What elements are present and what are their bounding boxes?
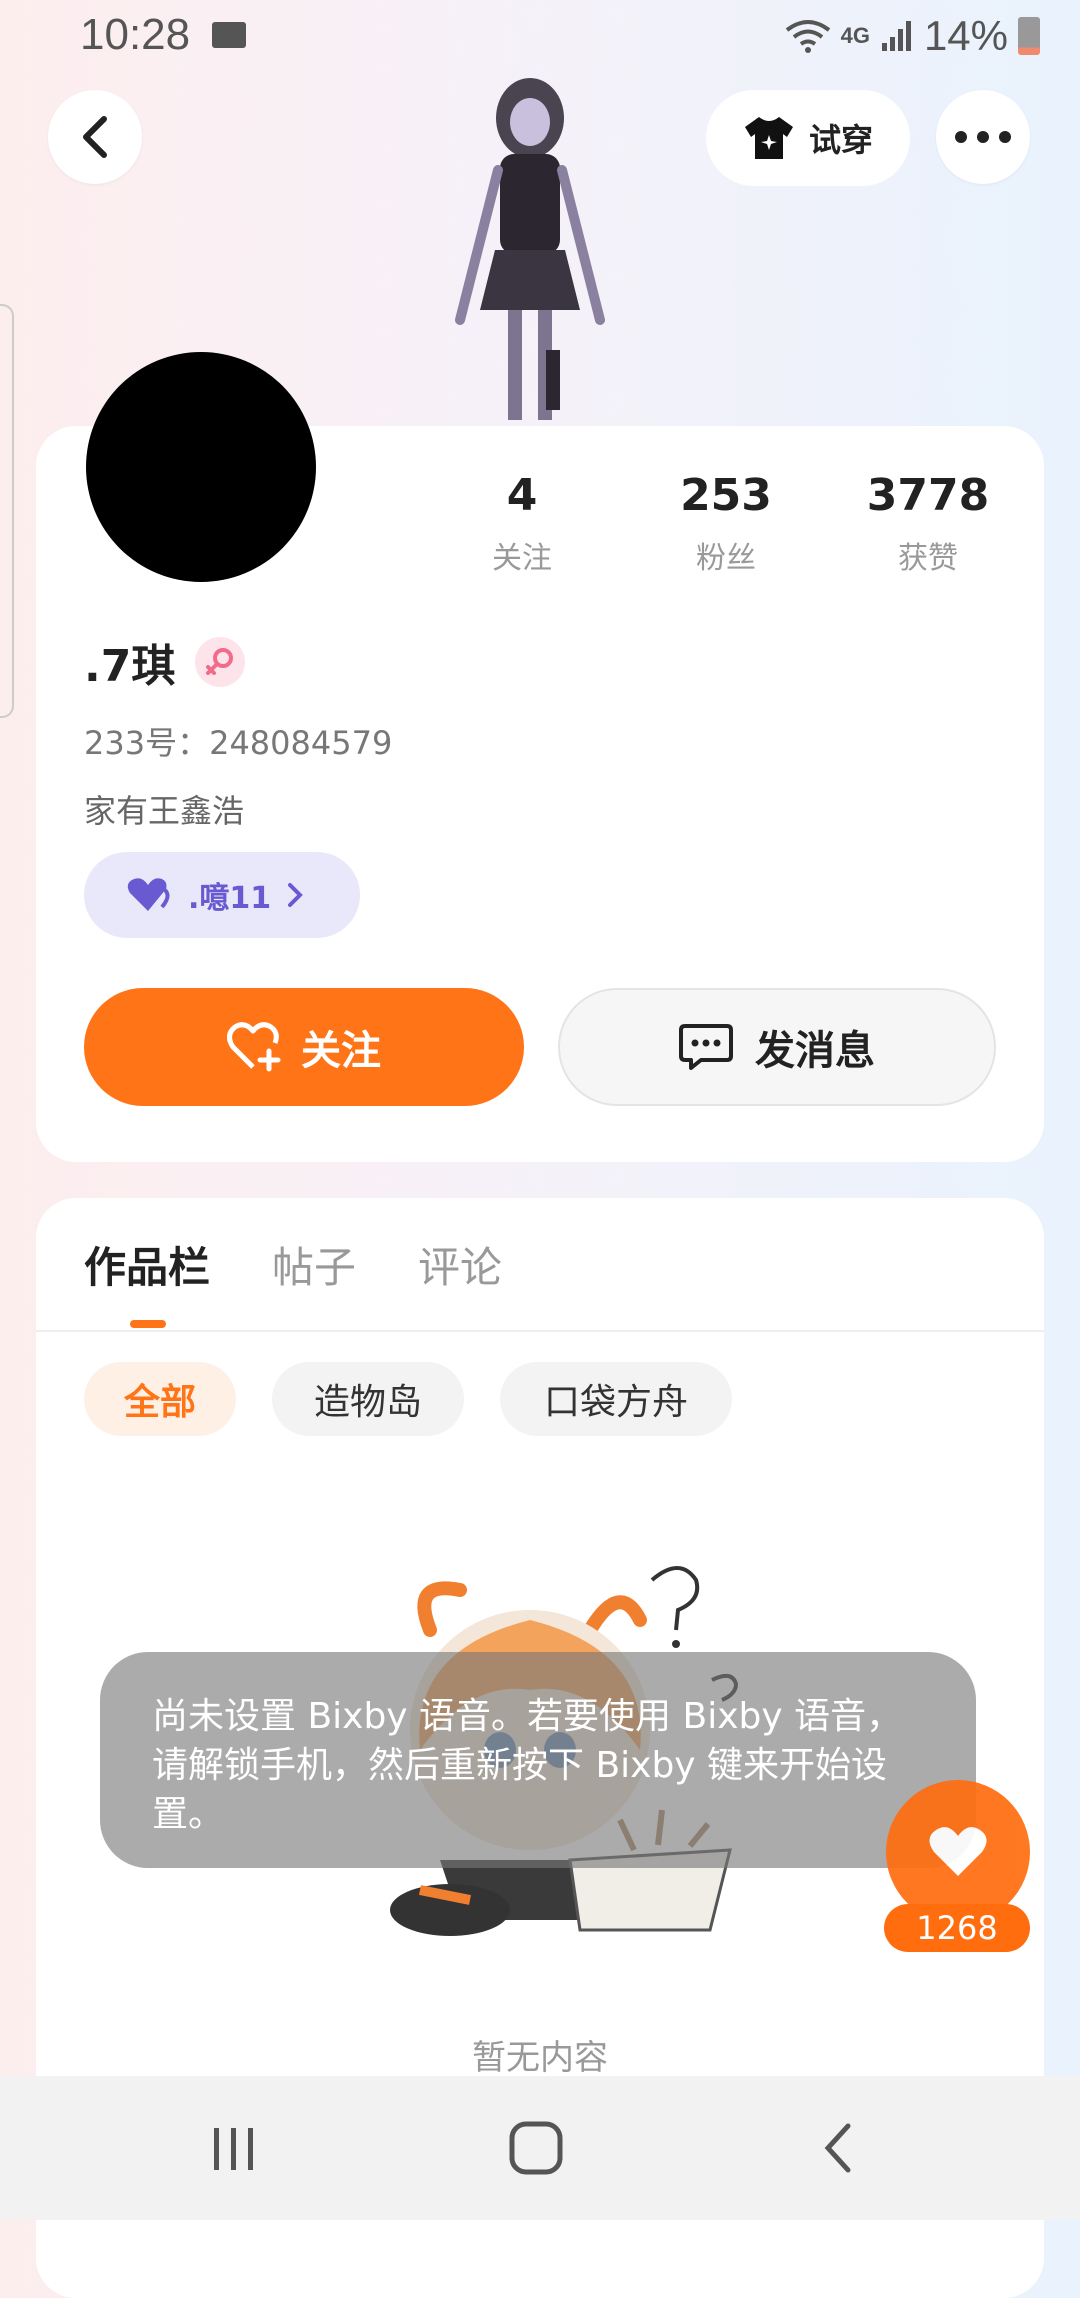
status-bar: 10:28 4G 14% bbox=[0, 0, 1080, 72]
tab-works[interactable]: 作品栏 bbox=[84, 1234, 210, 1295]
filter-all[interactable]: 全部 bbox=[84, 1362, 236, 1436]
try-on-button[interactable]: 试穿 bbox=[706, 90, 910, 186]
tab-indicator bbox=[130, 1320, 166, 1328]
back-button[interactable] bbox=[48, 90, 142, 184]
battery-percent: 14% bbox=[923, 12, 1008, 59]
status-right: 4G 14% bbox=[785, 8, 1040, 64]
chevron-right-icon bbox=[288, 883, 303, 907]
username: .7琪 bbox=[84, 641, 176, 692]
like-button[interactable] bbox=[886, 1780, 1030, 1924]
heart-icon bbox=[929, 1827, 987, 1876]
bio: 家有王鑫浩 bbox=[84, 792, 245, 830]
user-id: 233号：248084579 bbox=[84, 724, 393, 762]
bixby-toast: 尚未设置 Bixby 语音。若要使用 Bixby 语音，请解锁手机，然后重新按下… bbox=[100, 1652, 976, 1868]
stat-label: 获赞 bbox=[898, 541, 958, 576]
shirt-icon bbox=[744, 117, 793, 159]
home-icon[interactable] bbox=[508, 2120, 564, 2176]
empty-state-text: 暂无内容 bbox=[472, 2038, 608, 2078]
message-button[interactable]: 发消息 bbox=[558, 988, 996, 1106]
follow-label: 关注 bbox=[301, 1028, 381, 1074]
recent-apps-icon[interactable] bbox=[210, 2124, 258, 2174]
battery-icon bbox=[1018, 17, 1040, 55]
stat-value: 3778 bbox=[866, 470, 990, 521]
message-label: 发消息 bbox=[755, 1028, 875, 1074]
stat-value: 253 bbox=[680, 470, 772, 521]
stat-followers[interactable]: 253 粉丝 bbox=[656, 470, 796, 577]
female-icon bbox=[195, 637, 246, 687]
wifi-icon bbox=[785, 20, 830, 53]
system-nav-bar bbox=[0, 2076, 1080, 2220]
follow-button[interactable]: 关注 bbox=[84, 988, 524, 1106]
stat-following[interactable]: 4 关注 bbox=[452, 470, 592, 577]
status-time: 10:28 bbox=[80, 10, 191, 59]
network-label: 4G bbox=[840, 23, 870, 48]
filter-koudaifangzhou[interactable]: 口袋方舟 bbox=[500, 1362, 732, 1436]
tab-bar: 作品栏 帖子 评论 bbox=[84, 1234, 502, 1295]
tab-posts[interactable]: 帖子 bbox=[272, 1234, 356, 1295]
stat-label: 关注 bbox=[492, 541, 552, 576]
signal-icon bbox=[881, 21, 911, 51]
username-row: .7琪 bbox=[84, 630, 246, 694]
more-icon bbox=[955, 131, 1011, 143]
stat-value: 4 bbox=[506, 470, 538, 521]
filter-zaowudao[interactable]: 造物岛 bbox=[272, 1362, 464, 1436]
tag-label: .噫11 bbox=[188, 881, 272, 916]
tab-comments[interactable]: 评论 bbox=[418, 1234, 502, 1295]
avatar[interactable] bbox=[86, 352, 316, 582]
chat-icon bbox=[679, 1024, 733, 1070]
cp-tag[interactable]: .噫11 bbox=[84, 852, 360, 938]
heart-icon bbox=[127, 878, 170, 911]
stat-likes[interactable]: 3778 获赞 bbox=[858, 470, 998, 577]
heart-plus-icon bbox=[227, 1022, 281, 1072]
back-icon bbox=[83, 116, 107, 158]
divider bbox=[36, 1330, 1044, 1332]
back-nav-icon[interactable] bbox=[820, 2122, 856, 2174]
try-on-label: 试穿 bbox=[808, 121, 873, 159]
avatar-3d-figure bbox=[440, 70, 620, 425]
like-count: 1268 bbox=[884, 1904, 1030, 1952]
edge-panel-handle[interactable] bbox=[0, 304, 14, 718]
more-button[interactable] bbox=[936, 90, 1030, 184]
stat-label: 粉丝 bbox=[696, 541, 756, 576]
folder-icon bbox=[212, 22, 246, 48]
